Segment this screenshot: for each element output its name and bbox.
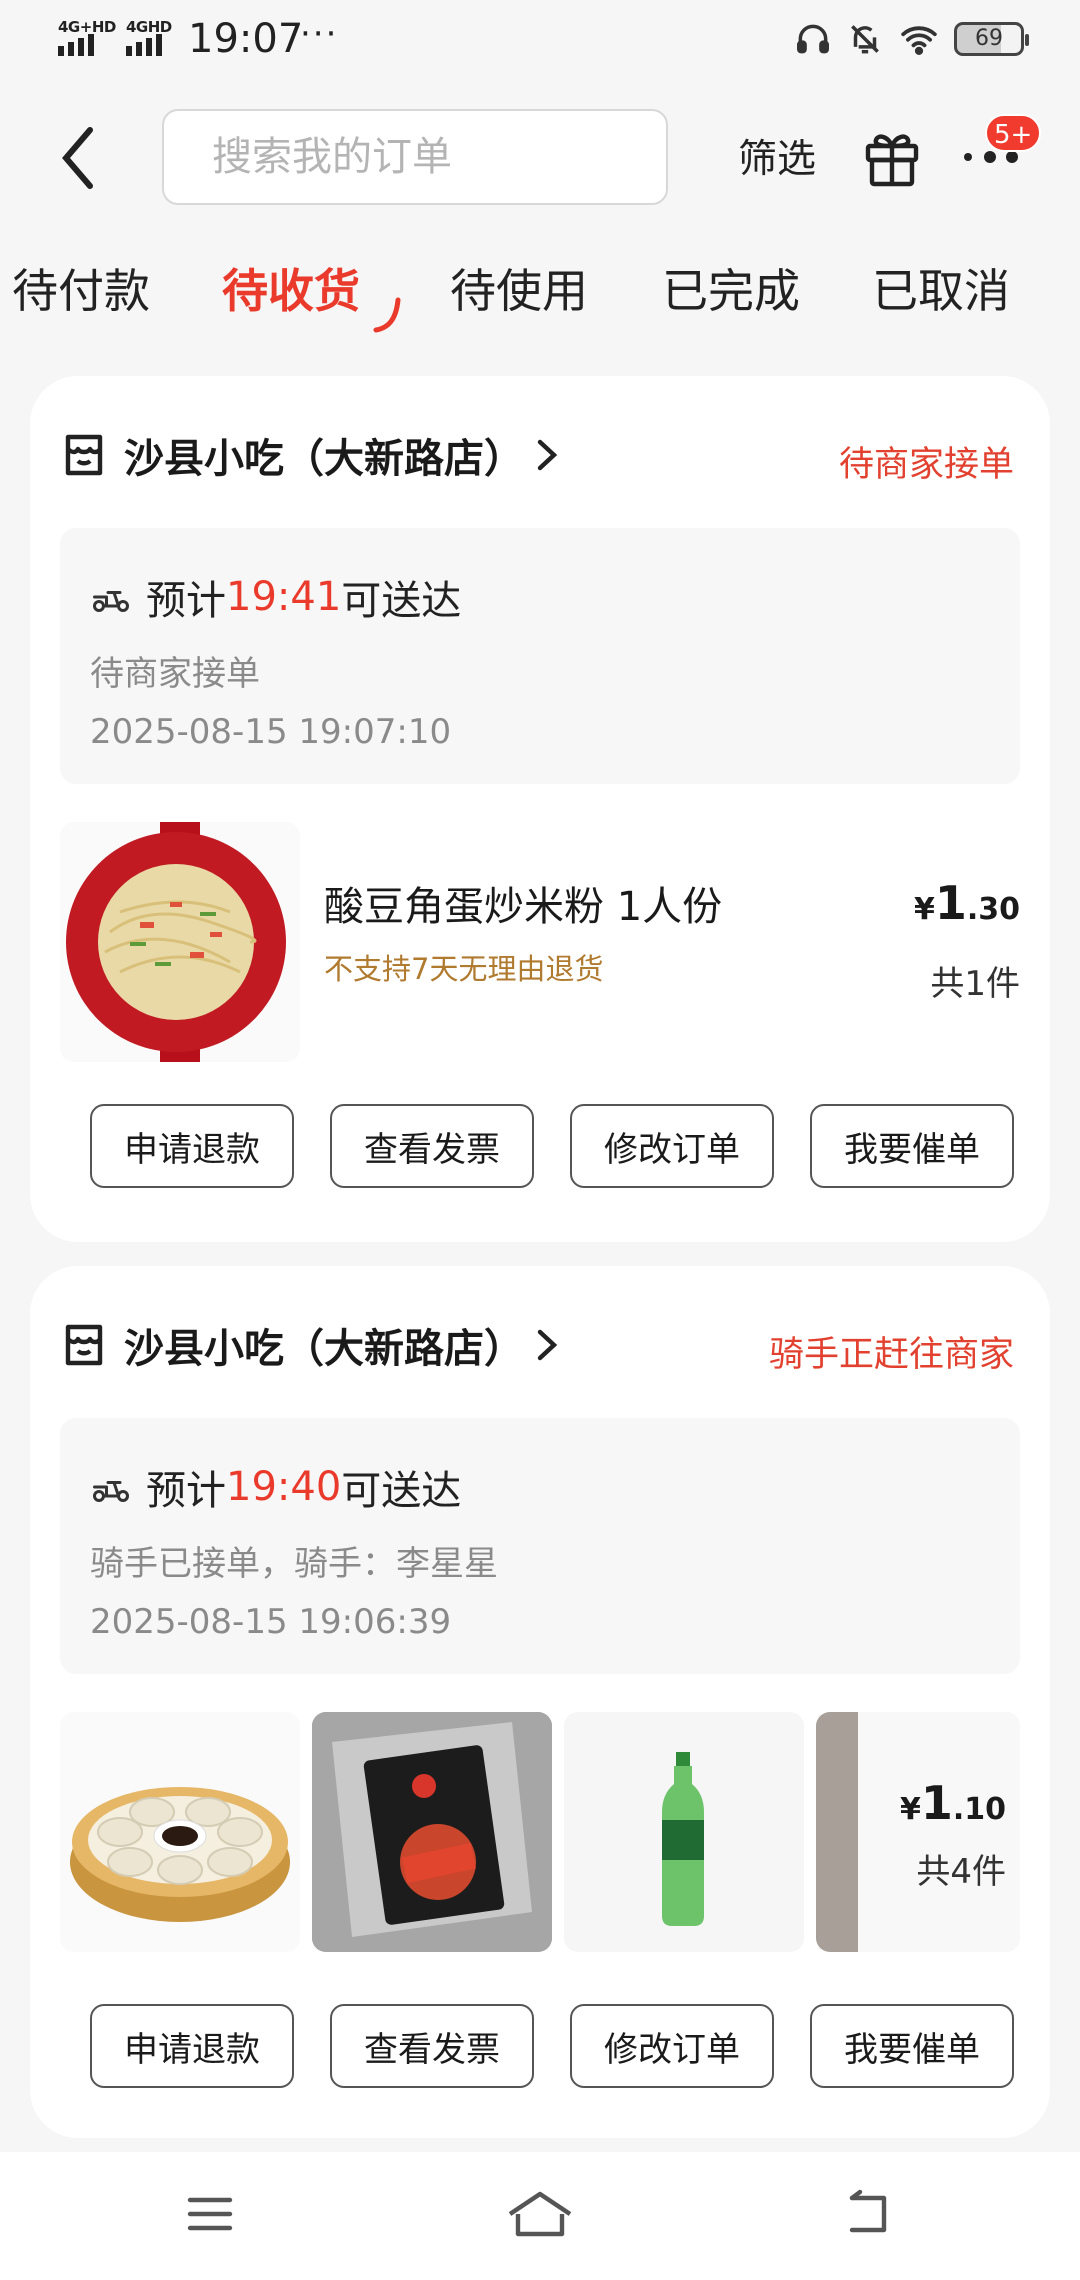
tab-cancelled[interactable]: 已取消 [872,255,1010,321]
item-thumbnail[interactable] [564,1712,804,1952]
price-currency: ¥ [913,892,935,927]
eta-suffix: 可送达 [341,578,462,624]
battery-icon: 69 [954,22,1029,56]
dumplings-steamer-image [60,1712,300,1952]
order-tabs: 待付款 待收货 待使用 已完成 已取消 [0,255,1080,325]
eta-time: 19:41 [226,574,342,620]
signal-icon: 4GHD [126,18,178,58]
action-buttons: 申请退款 查看发票 修改订单 我要催单 [90,1104,1014,1188]
view-invoice-button[interactable]: 查看发票 [330,2004,534,2088]
fried-rice-noodles-image [60,822,300,1062]
tab-pending-use[interactable]: 待使用 [450,255,588,321]
eta-row: 预计 19:40 可送达 [90,1458,461,1516]
modify-order-button[interactable]: 修改订单 [570,1104,774,1188]
eta-suffix: 可送达 [341,1468,462,1514]
status-bar: 4G+HD 4GHD 19:07 ··· 69 [0,0,1080,80]
shop-icon [65,1324,103,1366]
home-icon [508,2191,572,2237]
rider-status: 骑手已接单，骑手：李星星 [90,1544,498,1584]
shop-name: 沙县小吃（大新路店） [124,436,524,482]
urge-order-button[interactable]: 我要催单 [810,2004,1014,2088]
order-price: ¥1.10 [900,1776,1006,1830]
item-thumbnail[interactable] [312,1712,552,1952]
order-status: 骑手正赶往商家 [768,1335,1014,1375]
sub-status: 待商家接单 [90,654,260,694]
return-policy-note: 不支持7天无理由退货 [324,952,604,986]
shop-header[interactable]: 沙县小吃（大新路店） [60,426,560,484]
action-buttons: 申请退款 查看发票 修改订单 我要催单 [90,2004,1014,2088]
notification-badge: 5+ [985,114,1042,152]
more-notifications-icon: ··· [300,14,339,54]
order-card[interactable]: 沙县小吃（大新路店） 待商家接单 预计 19:41 可送达 待商家接单 2025-0… [30,376,1050,1242]
headphones-icon [797,24,829,54]
eta-prefix: 预计 [146,578,226,624]
delivery-info[interactable]: 预计 19:41 可送达 待商家接单 2025-08-15 19:07:10 [60,528,1020,784]
clock: 19:07 [188,16,304,62]
eta-prefix: 预计 [146,1468,226,1514]
item-thumbnail[interactable] [816,1712,1020,1952]
order-price: ¥1.30 [914,876,1020,930]
item-thumbnail[interactable] [60,822,300,1062]
price-decimal: .30 [966,892,1020,927]
tab-completed[interactable]: 已完成 [662,255,800,321]
filter-button[interactable]: 筛选 [738,128,816,184]
price-integer: 1 [920,1776,953,1830]
eta-time: 19:40 [226,1464,342,1510]
price-decimal: .10 [952,1792,1006,1827]
order-card[interactable]: 沙县小吃（大新路店） 骑手正赶往商家 预计 19:40 可送达 骑手已接单，骑手：李… [30,1266,1050,2138]
back-nav-button[interactable] [840,2186,896,2246]
urge-order-button[interactable]: 我要催单 [810,1104,1014,1188]
wifi-icon [901,26,937,55]
order-status: 待商家接单 [838,445,1014,485]
item-thumbnail[interactable] [60,1712,300,1952]
modify-order-button[interactable]: 修改订单 [570,2004,774,2088]
chevron-right-icon [537,1329,558,1361]
item-count: 共1件 [930,964,1020,1004]
shop-icon [65,434,103,476]
price-integer: 1 [934,876,967,930]
eta-row: 预计 19:41 可送达 [90,568,461,626]
container-partial-image [816,1712,1020,1952]
status-icons: 69 [794,20,1029,58]
item-count: 共4件 [916,1852,1006,1892]
soda-bottle-image [564,1712,804,1952]
shop-name: 沙县小吃（大新路店） [124,1326,524,1372]
search-input[interactable] [212,134,711,180]
tab-pending-receipt[interactable]: 待收货 [222,255,360,321]
chevron-right-icon [537,439,558,471]
view-invoice-button[interactable]: 查看发票 [330,1104,534,1188]
back-button[interactable] [50,118,110,198]
chevron-left-icon [62,127,93,189]
back-nav-icon [849,2189,887,2233]
tab-pending-payment[interactable]: 待付款 [12,255,150,321]
system-nav-bar [0,2152,1080,2280]
refund-button[interactable]: 申请退款 [90,2004,294,2088]
order-time: 2025-08-15 19:06:39 [90,1602,452,1642]
delivery-info[interactable]: 预计 19:40 可送达 骑手已接单，骑手：李星星 2025-08-15 19:06… [60,1418,1020,1674]
signal-icon: 4G+HD [58,18,116,58]
shop-header[interactable]: 沙县小吃（大新路店） [60,1316,560,1374]
signal-group: 4G+HD 4GHD [58,18,178,58]
refund-button[interactable]: 申请退款 [90,1104,294,1188]
chili-sauce-packet-image [312,1712,552,1952]
menu-icon [187,2197,233,2231]
bell-off-icon [851,25,879,54]
scooter-icon [93,1481,129,1502]
scooter-icon [93,591,129,612]
tab-active-indicator [373,297,401,333]
home-nav-button[interactable] [504,2186,576,2246]
gift-icon [865,134,919,187]
search-box[interactable] [162,109,711,205]
item-name[interactable]: 酸豆角蛋炒米粉 1人份 [324,874,722,932]
gift-button[interactable] [862,124,922,188]
menu-nav-button[interactable] [182,2186,238,2246]
price-currency: ¥ [899,1792,921,1827]
order-time: 2025-08-15 19:07:10 [90,712,452,752]
